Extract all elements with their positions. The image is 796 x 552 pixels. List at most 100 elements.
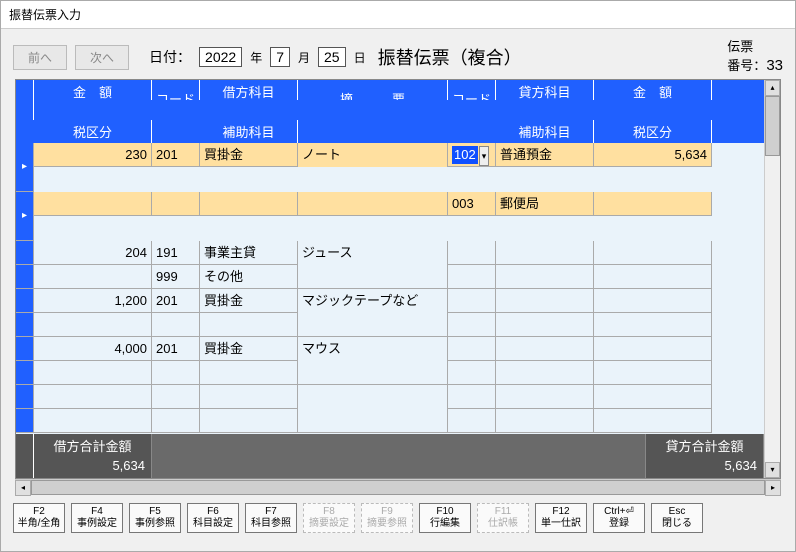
horizontal-scrollbar[interactable]: ◂ ▸ [15,479,781,495]
debit-tax-cell[interactable] [34,409,152,433]
credit-code-cell[interactable] [448,337,496,361]
credit-code-input[interactable]: 102 [452,146,478,164]
debit-subaccount-cell[interactable] [200,192,298,216]
debit-account-cell[interactable]: 買掛金 [200,337,298,361]
credit-code-cell[interactable] [448,289,496,313]
description-cell[interactable]: ノート [298,143,448,167]
fkey-f7[interactable]: F7科目参照 [245,503,297,533]
table-row[interactable]: 230201買掛金ノート102▾普通預金5,634 [16,143,764,192]
debit-amount-cell[interactable]: 230 [34,143,152,167]
debit-subcode-cell[interactable] [152,409,200,433]
scroll-right-button[interactable]: ▸ [765,480,781,496]
debit-tax-cell[interactable] [34,192,152,216]
fkey-f2[interactable]: F2半角/全角 [13,503,65,533]
credit-subaccount-cell[interactable] [496,313,594,337]
description-cell[interactable]: マウス [298,337,448,361]
description-cell[interactable] [298,385,448,409]
description-cell[interactable]: マジックテープなど [298,289,448,313]
credit-amount-cell[interactable] [594,289,712,313]
debit-amount-cell[interactable] [34,385,152,409]
fkey-ctrl[interactable]: Ctrl+⏎登録 [593,503,645,533]
credit-subaccount-cell[interactable]: 郵便局 [496,192,594,216]
table-row[interactable]: 1,200201買掛金マジックテープなど [16,289,764,313]
debit-account-cell[interactable]: 買掛金 [200,289,298,313]
prev-button[interactable]: 前へ [13,45,67,70]
description-cell-cont[interactable] [298,265,448,289]
table-row-sub[interactable]: 003郵便局 [16,192,764,241]
credit-subcode-cell[interactable] [448,409,496,433]
credit-code-cell[interactable]: 102▾ [448,143,496,167]
debit-subaccount-cell[interactable] [200,409,298,433]
debit-code-cell[interactable] [152,385,200,409]
dropdown-icon[interactable]: ▾ [479,146,490,166]
debit-code-cell[interactable]: 201 [152,143,200,167]
vertical-scrollbar[interactable]: ▴ ▾ [764,80,780,478]
description-cell-cont[interactable] [298,409,448,433]
debit-account-cell[interactable]: 買掛金 [200,143,298,167]
credit-code-cell[interactable] [448,385,496,409]
year-input[interactable]: 2022 [199,47,242,67]
next-button[interactable]: 次へ [75,45,129,70]
debit-subcode-cell[interactable]: 999 [152,265,200,289]
debit-tax-cell[interactable] [34,265,152,289]
credit-account-cell[interactable] [496,241,594,265]
credit-subcode-cell[interactable] [448,361,496,385]
debit-account-cell[interactable]: 事業主貸 [200,241,298,265]
credit-subaccount-cell[interactable] [496,409,594,433]
debit-amount-cell[interactable]: 4,000 [34,337,152,361]
credit-tax-cell[interactable] [594,192,712,216]
credit-amount-cell[interactable] [594,337,712,361]
debit-account-cell[interactable] [200,385,298,409]
debit-amount-cell[interactable]: 1,200 [34,289,152,313]
scroll-down-button[interactable]: ▾ [765,462,780,478]
debit-subaccount-cell[interactable] [200,313,298,337]
debit-amount-cell[interactable]: 204 [34,241,152,265]
debit-subcode-cell[interactable] [152,192,200,216]
credit-tax-cell[interactable] [594,361,712,385]
credit-account-cell[interactable] [496,337,594,361]
scroll-left-button[interactable]: ◂ [15,480,31,496]
month-input[interactable]: 7 [270,47,290,67]
credit-subcode-cell[interactable] [448,313,496,337]
debit-subaccount-cell[interactable] [200,361,298,385]
table-row[interactable]: 204191事業主貸ジュース [16,241,764,265]
credit-amount-cell[interactable]: 5,634 [594,143,712,167]
fkey-esc[interactable]: Esc閉じる [651,503,703,533]
description-cell-cont[interactable] [298,192,448,216]
fkey-f6[interactable]: F6科目設定 [187,503,239,533]
credit-subaccount-cell[interactable] [496,265,594,289]
credit-subcode-cell[interactable]: 003 [448,192,496,216]
credit-amount-cell[interactable] [594,241,712,265]
debit-subcode-cell[interactable] [152,361,200,385]
description-cell-cont[interactable] [298,361,448,385]
fkey-f12[interactable]: F12単一仕訳 [535,503,587,533]
scroll-thumb[interactable] [765,96,780,156]
credit-code-cell[interactable] [448,241,496,265]
credit-subcode-cell[interactable] [448,265,496,289]
debit-code-cell[interactable]: 201 [152,337,200,361]
table-row-sub[interactable] [16,313,764,337]
debit-code-cell[interactable]: 191 [152,241,200,265]
credit-amount-cell[interactable] [594,385,712,409]
credit-account-cell[interactable] [496,385,594,409]
table-row-sub[interactable] [16,409,764,433]
description-cell[interactable]: ジュース [298,241,448,265]
hscroll-thumb[interactable] [31,480,765,495]
day-input[interactable]: 25 [318,47,346,67]
credit-tax-cell[interactable] [594,313,712,337]
scroll-up-button[interactable]: ▴ [765,80,780,96]
debit-subcode-cell[interactable] [152,313,200,337]
debit-subaccount-cell[interactable]: その他 [200,265,298,289]
table-row[interactable]: 4,000201買掛金マウス [16,337,764,361]
credit-tax-cell[interactable] [594,265,712,289]
table-row-sub[interactable]: 999その他 [16,265,764,289]
fkey-f10[interactable]: F10行編集 [419,503,471,533]
credit-subaccount-cell[interactable] [496,361,594,385]
fkey-f5[interactable]: F5事例参照 [129,503,181,533]
debit-code-cell[interactable]: 201 [152,289,200,313]
credit-tax-cell[interactable] [594,409,712,433]
fkey-f4[interactable]: F4事例設定 [71,503,123,533]
debit-tax-cell[interactable] [34,313,152,337]
debit-tax-cell[interactable] [34,361,152,385]
table-row-sub[interactable] [16,361,764,385]
